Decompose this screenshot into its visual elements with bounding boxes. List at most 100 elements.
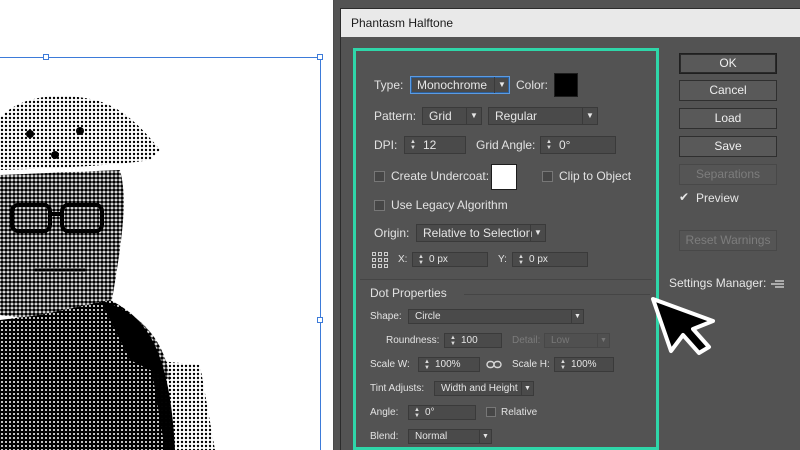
scale-h-value: 100% (571, 359, 597, 370)
scale-w-stepper[interactable]: ▲ ▼ 100% (418, 357, 480, 372)
tint-adjusts-dropdown[interactable]: Width and Height ▼ (434, 381, 534, 396)
stepper-arrows-icon[interactable]: ▲ ▼ (416, 254, 426, 266)
chevron-down-icon: ▼ (530, 225, 545, 241)
create-undercoat-label: Create Undercoat: (391, 169, 490, 183)
stepper-arrows-icon[interactable]: ▲ ▼ (516, 254, 526, 266)
dpi-stepper[interactable]: ▲ ▼ 12 (404, 136, 466, 154)
scale-w-value: 100% (435, 359, 461, 370)
phantasm-halftone-dialog: Phantasm Halftone Type: Monochrome ▼ Col… (340, 8, 800, 450)
relative-checkbox[interactable] (486, 407, 496, 417)
clip-to-object-label: Clip to Object (559, 169, 632, 183)
angle-stepper[interactable]: ▲ ▼ 0° (408, 405, 476, 420)
halftone-artwork[interactable] (0, 0, 334, 450)
separations-button-label: Separations (695, 167, 761, 181)
chevron-down-icon: ▼ (582, 108, 597, 124)
mouse-pointer-icon (651, 297, 715, 355)
stepper-arrows-icon[interactable]: ▲ ▼ (558, 359, 568, 371)
save-button-label: Save (714, 139, 742, 153)
chevron-down-icon: ▼ (571, 310, 583, 323)
detail-label: Detail: (512, 335, 541, 346)
dot-properties-title: Dot Properties (370, 286, 447, 300)
section-divider (360, 279, 652, 280)
undercoat-swatch[interactable] (491, 164, 517, 190)
cancel-button[interactable]: Cancel (679, 80, 777, 101)
save-button[interactable]: Save (679, 136, 777, 157)
selection-right-edge (320, 57, 321, 450)
type-label: Type: (374, 78, 404, 92)
selection-handle-top-middle[interactable] (43, 54, 49, 60)
chevron-down-icon: ▼ (466, 108, 481, 124)
stepper-arrows-icon[interactable]: ▲ ▼ (412, 407, 422, 419)
stepper-arrows-icon[interactable]: ▲ ▼ (422, 359, 432, 371)
separations-button: Separations (679, 164, 777, 185)
halftone-settings-panel: Type: Monochrome ▼ Color: Pattern: Grid … (353, 48, 659, 450)
pattern-value: Grid (429, 109, 452, 123)
blend-label: Blend: (370, 431, 399, 442)
x-stepper[interactable]: ▲ ▼ 0 px (412, 252, 488, 267)
shape-label: Shape: (370, 311, 402, 322)
stepper-arrows-icon[interactable]: ▲ ▼ (448, 335, 458, 347)
dpi-label: DPI: (374, 138, 398, 152)
shape-value: Circle (415, 311, 441, 322)
detail-value: Low (551, 335, 570, 346)
dialog-title-bar[interactable]: Phantasm Halftone (341, 9, 800, 37)
selection-handle-top-right[interactable] (317, 54, 323, 60)
scale-w-label: Scale W: (370, 359, 410, 370)
chevron-down-icon: ▼ (494, 77, 509, 93)
grid-angle-value: 0° (559, 138, 571, 152)
origin-value: Relative to Selection (423, 226, 533, 240)
pattern-style-dropdown[interactable]: Regular ▼ (488, 107, 598, 125)
preview-checkbox[interactable]: ✔ Preview (679, 190, 777, 206)
y-stepper[interactable]: ▲ ▼ 0 px (512, 252, 588, 267)
selection-handle-middle-right[interactable] (317, 317, 323, 323)
stepper-arrows-icon[interactable]: ▲ ▼ (408, 139, 418, 151)
link-icon[interactable] (486, 360, 502, 370)
grid-angle-label: Grid Angle: (476, 138, 536, 152)
relative-label: Relative (501, 407, 538, 418)
origin-dropdown[interactable]: Relative to Selection ▼ (416, 224, 546, 242)
grid-angle-stepper[interactable]: ▲ ▼ 0° (540, 136, 616, 154)
ok-button[interactable]: OK (679, 53, 777, 74)
ok-button-label: OK (719, 56, 737, 70)
chevron-down-icon: ▼ (479, 430, 491, 443)
dialog-title: Phantasm Halftone (351, 16, 454, 30)
scale-h-label: Scale H: (512, 359, 550, 370)
color-swatch[interactable] (554, 73, 578, 97)
blend-value: Normal (415, 431, 448, 442)
pattern-label: Pattern: (374, 109, 417, 123)
dpi-value: 12 (423, 138, 437, 152)
create-undercoat-checkbox[interactable] (374, 171, 385, 182)
load-button[interactable]: Load (679, 108, 777, 129)
shape-dropdown[interactable]: Circle ▼ (408, 309, 584, 324)
y-value: 0 px (529, 254, 548, 265)
chevron-down-icon: ▼ (521, 382, 533, 395)
y-label: Y: (498, 254, 507, 265)
canvas-area[interactable] (0, 0, 334, 450)
menu-icon[interactable] (771, 279, 785, 289)
pattern-dropdown[interactable]: Grid ▼ (422, 107, 482, 125)
roundness-stepper[interactable]: ▲ ▼ 100 (444, 333, 502, 348)
section-title-rule (464, 294, 650, 295)
scale-h-stepper[interactable]: ▲ ▼ 100% (554, 357, 614, 372)
color-label: Color: (516, 78, 549, 92)
origin-grid-icon[interactable] (372, 252, 388, 268)
angle-value: 0° (425, 407, 435, 418)
stepper-arrows-icon[interactable]: ▲ ▼ (544, 139, 554, 151)
preview-label: Preview (696, 191, 739, 205)
artboard[interactable] (0, 0, 334, 450)
reset-warnings-label: Reset Warnings (685, 233, 771, 247)
blend-dropdown[interactable]: Normal ▼ (408, 429, 492, 444)
settings-manager[interactable]: Settings Manager: (669, 276, 800, 292)
cancel-button-label: Cancel (709, 83, 747, 97)
roundness-label: Roundness: (386, 335, 440, 346)
clip-to-object-checkbox[interactable] (542, 171, 553, 182)
origin-label: Origin: (374, 226, 410, 240)
angle-label: Angle: (370, 407, 399, 418)
tint-adjusts-label: Tint Adjusts: (370, 383, 425, 394)
settings-manager-label: Settings Manager: (669, 276, 767, 290)
type-dropdown[interactable]: Monochrome ▼ (410, 76, 510, 94)
use-legacy-checkbox[interactable] (374, 200, 385, 211)
reset-warnings-button: Reset Warnings (679, 230, 777, 251)
tint-adjusts-value: Width and Height (441, 383, 518, 394)
use-legacy-label: Use Legacy Algorithm (391, 198, 508, 212)
